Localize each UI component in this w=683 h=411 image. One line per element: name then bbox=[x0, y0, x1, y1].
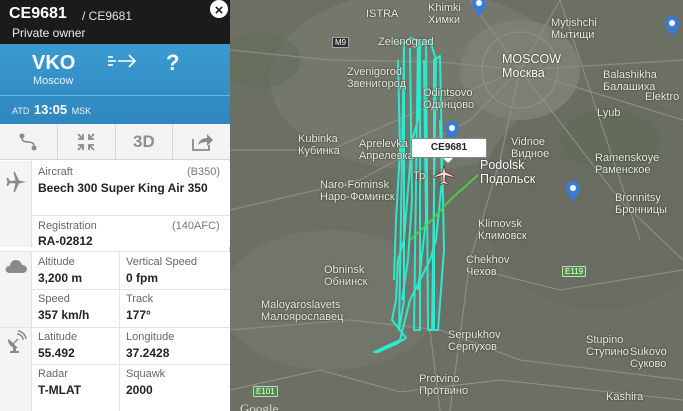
route-divider bbox=[0, 95, 230, 96]
aircraft-name: Beech 300 Super King Air 350 bbox=[38, 181, 208, 195]
metrics-section: Altitude 3,200 m Vertical Speed 0 fpm Sp… bbox=[0, 251, 230, 328]
city-troitsk: Тр bbox=[413, 170, 426, 182]
vertical-speed-label: Vertical Speed bbox=[126, 256, 197, 268]
city-maloyaroslavets: Maloyaroslavets Малоярославец bbox=[261, 299, 344, 323]
atd-time: 13:05 bbox=[33, 102, 68, 117]
atd-label: ATD bbox=[12, 106, 30, 116]
origin-code[interactable]: VKO bbox=[32, 52, 75, 75]
city-podolsk: Podolsk Подольск bbox=[480, 158, 536, 186]
map-attribution: Google bbox=[240, 401, 279, 411]
atd-timezone: MSK bbox=[71, 106, 92, 116]
city-zvenigorod: Zvenigorod Звенигород bbox=[347, 66, 407, 90]
route-icon bbox=[19, 133, 37, 151]
divider bbox=[119, 252, 120, 328]
city-protvino: Protvino Протвино bbox=[419, 373, 469, 397]
registration-hex: (140AFC) bbox=[172, 220, 220, 232]
map-pin-icon[interactable] bbox=[566, 181, 580, 201]
city-kubinka: Kubinka Кубинка bbox=[298, 133, 340, 157]
squawk-label: Squawk bbox=[126, 368, 166, 380]
altitude-value: 3,200 m bbox=[38, 271, 83, 285]
road-shield-e119: E119 bbox=[562, 266, 587, 277]
city-ramenskoye: Ramenskoye Раменское bbox=[595, 152, 660, 176]
city-stupino: Stupino Ступино bbox=[586, 334, 629, 358]
radar-label: Radar bbox=[38, 368, 68, 380]
vertical-speed-value: 0 fpm bbox=[126, 271, 159, 285]
aircraft-type-code: (B350) bbox=[187, 166, 221, 178]
flight-id: CE9681 bbox=[9, 5, 67, 22]
city-odintsovo: Odintsovo Одинцово bbox=[423, 87, 475, 111]
city-balashikha: Balashikha Балашиха bbox=[603, 69, 657, 93]
share-button[interactable] bbox=[173, 124, 230, 160]
latitude-label: Latitude bbox=[38, 331, 78, 343]
airplane-icon[interactable] bbox=[433, 164, 455, 186]
registration-value: RA-02812 bbox=[38, 234, 93, 248]
cloud-icon bbox=[5, 260, 27, 273]
city-naro-fominsk: Naro-Fominsk Наро-Фоминск bbox=[320, 179, 395, 203]
track-label: Track bbox=[126, 293, 154, 305]
flight-tooltip[interactable]: CE9681 bbox=[411, 138, 487, 163]
divider bbox=[32, 215, 230, 216]
departure-time: ATD 13:05 MSK bbox=[12, 102, 91, 117]
altitude-label: Altitude bbox=[38, 256, 75, 268]
flight-callsign: / CE9681 bbox=[82, 9, 133, 23]
collapse-icon bbox=[77, 133, 95, 151]
city-sukovo: Sukovo Суково bbox=[630, 346, 667, 370]
longitude-label: Longitude bbox=[126, 331, 175, 343]
city-vidnoe: Vidnoe Видное bbox=[511, 136, 550, 160]
map-pin-icon[interactable] bbox=[472, 0, 486, 16]
speed-value: 357 km/h bbox=[38, 308, 90, 322]
aircraft-section-icon-bg bbox=[0, 161, 32, 247]
registration-label: Registration bbox=[38, 220, 97, 232]
panel-toolbar: 3D bbox=[0, 124, 230, 160]
collapse-button[interactable] bbox=[58, 124, 116, 160]
city-serpukhov: Serpukhov Серпухов bbox=[448, 329, 501, 353]
city-mytishchi: Mytishchi Мытищи bbox=[551, 17, 597, 41]
longitude-value: 37.2428 bbox=[126, 346, 170, 360]
city-aprelevka: Aprelevka Апрелевка bbox=[359, 138, 414, 162]
radar-value: T-MLAT bbox=[38, 383, 82, 397]
close-button[interactable]: × bbox=[208, 0, 230, 20]
road-shield-m9: M9 bbox=[332, 37, 350, 48]
position-section: Latitude 55.492 Longitude 37.2428 Radar … bbox=[0, 327, 230, 411]
aircraft-owner: Private owner bbox=[12, 26, 86, 40]
city-obninsk: Obninsk Обнинск bbox=[324, 264, 368, 288]
squawk-value: 2000 bbox=[126, 383, 153, 397]
city-khimki: Khimki Химки bbox=[428, 2, 462, 26]
flight-header: CE9681 / CE9681 Private owner × bbox=[0, 0, 230, 44]
city-klimovsk: Klimovsk Климовск bbox=[478, 218, 527, 242]
city-kashira: Kashira bbox=[606, 391, 644, 403]
speed-label: Speed bbox=[38, 293, 70, 305]
flight-info-panel: CE9681 / CE9681 Private owner × VKO Mosc… bbox=[0, 0, 230, 411]
divider bbox=[119, 328, 120, 411]
city-istra: ISTRA bbox=[366, 8, 399, 20]
view-3d-button[interactable]: 3D bbox=[116, 124, 174, 160]
aircraft-label: Aircraft bbox=[38, 166, 73, 178]
map-pin-icon[interactable] bbox=[665, 16, 679, 36]
route-button[interactable] bbox=[0, 124, 58, 160]
city-moscow: MOSCOW Москва bbox=[502, 52, 562, 80]
aircraft-section: Aircraft (B350) Beech 300 Super King Air… bbox=[0, 161, 230, 248]
road-shield-e101: E101 bbox=[253, 386, 278, 397]
airplane-side-icon bbox=[6, 172, 26, 192]
divider bbox=[32, 364, 230, 365]
city-chekhov: Chekhov Чехов bbox=[466, 254, 510, 278]
arrow-right-icon bbox=[108, 54, 137, 68]
share-icon bbox=[191, 134, 213, 151]
route-box: VKO Moscow ? ATD 13:05 MSK bbox=[0, 44, 230, 124]
track-value: 177° bbox=[126, 308, 151, 322]
city-zelenograd: Zelenograd bbox=[378, 36, 434, 48]
destination-code[interactable]: ? bbox=[166, 50, 179, 76]
origin-city: Moscow bbox=[33, 75, 74, 87]
city-bronnitsy: Bronnitsy Бронницы bbox=[615, 192, 667, 216]
position-section-icon-bg bbox=[0, 328, 32, 411]
divider bbox=[32, 289, 230, 290]
city-lyubertsy: Lyub bbox=[597, 107, 621, 119]
radar-dish-icon bbox=[7, 330, 27, 353]
metrics-section-icon-bg bbox=[0, 252, 32, 327]
latitude-value: 55.492 bbox=[38, 346, 75, 360]
city-elektro: Elektro bbox=[645, 91, 680, 103]
